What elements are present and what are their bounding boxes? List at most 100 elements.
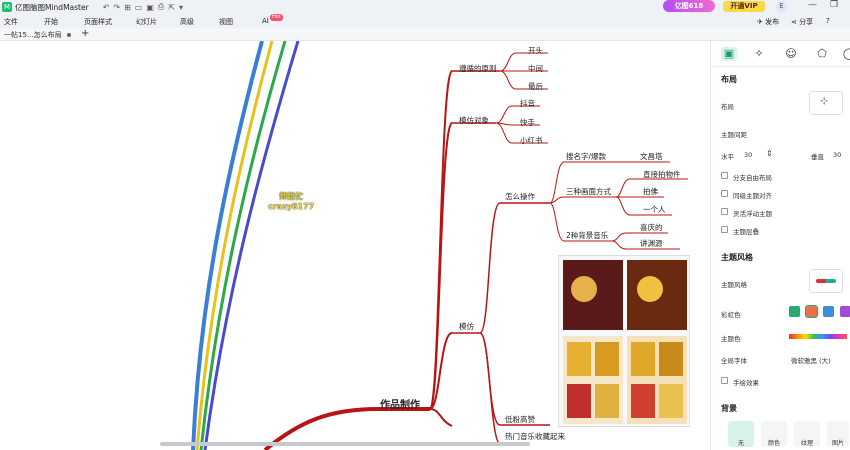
layout-picker[interactable]: ⊹ <box>809 91 843 115</box>
bg-none-option[interactable]: 无 <box>728 421 754 447</box>
watermark-line-1: 师姐忙 <box>279 192 304 201</box>
emoji-tab-icon[interactable]: ☺ <box>783 47 799 61</box>
vertical-input[interactable]: 30 <box>833 151 841 159</box>
save-icon[interactable]: ▣ <box>146 3 154 12</box>
menu-advanced[interactable]: 高级 <box>180 17 194 27</box>
style-preview-icon <box>816 279 836 283</box>
minimize-icon[interactable]: — <box>808 0 817 10</box>
node-imitate-obj[interactable]: 模仿对象 <box>459 115 489 126</box>
thumb-avatar-1 <box>571 276 597 302</box>
node-how[interactable]: 怎么操作 <box>505 191 535 202</box>
node-shoot-buddha[interactable]: 拍佛 <box>643 186 658 197</box>
document-tab-bar: 一帖15...怎么布局 + <box>0 28 850 41</box>
node-kuaishou[interactable]: 快手 <box>520 117 535 128</box>
theme-tab-icon[interactable]: ⬠ <box>814 47 830 61</box>
section-background: 背景 <box>721 404 737 413</box>
font-select[interactable]: 微软雅黑 (大) <box>791 355 831 365</box>
share-button[interactable]: ⋖ 分享 <box>791 17 813 27</box>
rainbow-label: 彩虹色 <box>721 311 741 319</box>
menu-file[interactable]: 文件 <box>4 17 18 27</box>
thumb-cell <box>631 342 655 376</box>
node-search[interactable]: 搜名字/爆款 <box>566 151 606 162</box>
node-xiaohongshu[interactable]: 小红书 <box>520 135 543 146</box>
print-icon[interactable]: ⎙ <box>158 2 164 12</box>
properties-panel: ▣ ✧ ☺ ⬠ ◯ 布局 布局 ⊹ 主题间距 水平 30 ⇕ 垂直 30 分支自… <box>710 41 850 450</box>
promo-badge[interactable]: 亿图618 <box>663 0 715 12</box>
menu-start[interactable]: 开始 <box>44 17 58 27</box>
rainbow-option-4[interactable] <box>840 306 850 317</box>
bg-texture-option[interactable]: 纹理 <box>794 421 820 447</box>
menu-view[interactable]: 视图 <box>219 17 233 27</box>
menu-bar: 文件 开始 页面样式 幻灯片 高级 视图 AI Hot ✈ 发布 ⋖ 分享 ? <box>0 14 850 28</box>
more-tab-icon[interactable]: ◯ <box>841 47 850 61</box>
menu-slides[interactable]: 幻灯片 <box>136 17 157 27</box>
style-label: 主题风格 <box>721 281 747 289</box>
free-layout-checkbox[interactable] <box>721 172 728 179</box>
app-logo-icon: M <box>2 2 12 12</box>
node-three-views[interactable]: 三种画面方式 <box>566 186 611 197</box>
vertical-label: 垂直 <box>811 153 824 161</box>
style-picker[interactable] <box>809 269 843 293</box>
title-bar: M 亿图脑图MindMaster ↶ ↷ ⊞ ▭ ▣ ⎙ ⇱ ▾ 亿图618 开… <box>0 0 850 14</box>
more-icon[interactable]: ▾ <box>179 3 183 12</box>
publish-button[interactable]: ✈ 发布 <box>757 17 779 27</box>
rainbow-option-3[interactable] <box>823 306 834 317</box>
node-low-fans[interactable]: 低粉高赞 <box>505 414 535 425</box>
menu-page-style[interactable]: 页面样式 <box>84 17 112 27</box>
redo-icon[interactable]: ↷ <box>113 3 120 12</box>
float-checkbox[interactable] <box>721 208 728 215</box>
hand-drawn-label: 手绘效果 <box>733 379 759 387</box>
menu-ai-label: AI <box>262 17 269 25</box>
thumb-cell <box>631 384 655 418</box>
node-avoid-2[interactable]: 中间 <box>528 63 543 74</box>
menu-ai[interactable]: AI Hot <box>262 14 283 25</box>
theme-color-strip[interactable] <box>789 334 847 339</box>
float-label: 灵活浮动主题 <box>733 210 772 218</box>
thumb-cell <box>595 384 619 418</box>
horizontal-scrollbar[interactable] <box>160 442 530 446</box>
node-festive[interactable]: 喜庆的 <box>640 222 663 233</box>
node-origin[interactable]: 讲渊源 <box>640 238 663 249</box>
thumb-cell <box>659 342 683 376</box>
rainbow-option-2[interactable] <box>805 305 818 318</box>
node-one-person[interactable]: 一个人 <box>643 204 666 215</box>
open-icon[interactable]: ▭ <box>135 3 143 12</box>
mindmap-canvas[interactable]: 作品制作 遵循的原则 开头 中间 最后 模仿对象 抖音 快手 小红书 模仿 怎么… <box>0 41 710 450</box>
node-avoid[interactable]: 遵循的原则 <box>459 63 497 74</box>
bg-color-option[interactable]: 颜色 <box>761 421 787 447</box>
thumb-cell <box>567 342 591 376</box>
maximize-icon[interactable]: ❐ <box>830 0 838 10</box>
vip-button[interactable]: 开通VIP <box>723 1 765 12</box>
screenshot-image[interactable] <box>558 255 690 427</box>
hand-drawn-checkbox[interactable] <box>721 377 728 384</box>
export-icon[interactable]: ⇱ <box>168 3 175 12</box>
rainbow-option-1[interactable] <box>789 306 800 317</box>
new-icon[interactable]: ⊞ <box>124 3 131 12</box>
free-layout-label: 分支自由布局 <box>733 174 772 182</box>
spacing-label: 主题间距 <box>721 131 747 139</box>
layout-tab-icon[interactable]: ▣ <box>721 47 737 61</box>
horizontal-input[interactable]: 30 <box>744 151 752 159</box>
app-name: 亿图脑图MindMaster <box>15 2 89 12</box>
node-shoot-object[interactable]: 直接拍物件 <box>643 169 681 180</box>
node-douyin[interactable]: 抖音 <box>520 98 535 109</box>
node-wenchangta[interactable]: 文昌塔 <box>640 151 663 162</box>
align-checkbox[interactable] <box>721 190 728 197</box>
node-hot-music[interactable]: 热门音乐收藏起来 <box>505 431 565 442</box>
ai-sparkle-tab-icon[interactable]: ✧ <box>751 47 767 61</box>
avatar[interactable]: E <box>776 1 787 12</box>
bg-image-option[interactable]: 图片 <box>827 421 849 447</box>
horizontal-stepper-icon[interactable]: ⇕ <box>766 149 773 158</box>
root-node[interactable]: 作品制作 <box>380 396 420 411</box>
node-two-music[interactable]: 2种背景音乐 <box>566 230 608 241</box>
node-imitate[interactable]: 模仿 <box>459 321 474 332</box>
watermark: 师姐忙 crazy8177 <box>268 192 314 212</box>
document-tab[interactable]: 一帖15...怎么布局 <box>4 30 62 40</box>
node-avoid-3[interactable]: 最后 <box>528 81 543 92</box>
add-tab-button[interactable]: + <box>81 28 89 39</box>
stack-checkbox[interactable] <box>721 226 728 233</box>
section-style: 主题风格 <box>721 253 753 262</box>
help-button[interactable]: ? <box>826 17 830 25</box>
undo-icon[interactable]: ↶ <box>103 3 110 12</box>
node-avoid-1[interactable]: 开头 <box>528 45 543 56</box>
